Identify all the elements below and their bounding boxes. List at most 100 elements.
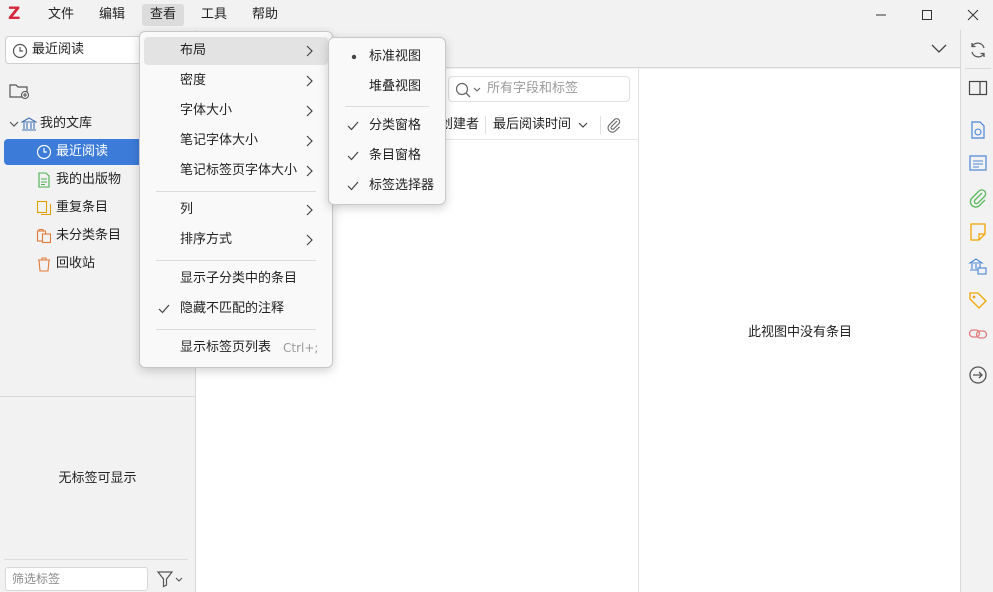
menu-item-layout[interactable]: 布局 [144, 37, 328, 65]
menu-item-label: 显示子分类中的条目 [180, 271, 298, 286]
toggle-pane-icon[interactable] [968, 78, 988, 98]
menu-item-label: 布局 [180, 43, 207, 58]
menu-file[interactable]: 文件 [40, 4, 82, 26]
maximize-icon [922, 10, 932, 20]
divider [965, 68, 991, 69]
filter-icon [156, 571, 183, 588]
libraries-collections-icon[interactable] [968, 256, 988, 276]
menu-item-columns[interactable]: 列 [144, 196, 328, 224]
chevron-down-icon[interactable] [6, 116, 22, 132]
menu-item-sort-by[interactable]: 排序方式 [144, 226, 328, 254]
menu-item-shortcut: Ctrl+; [283, 341, 319, 355]
chevron-right-icon [306, 204, 313, 216]
library-selector-label: 最近阅读 [32, 42, 85, 57]
menu-item-label: 笔记标签页字体大小 [180, 163, 298, 178]
notes-icon[interactable] [968, 222, 988, 242]
tree-item-label: 我的出版物 [56, 172, 122, 187]
menu-item-show-subcollection-items[interactable]: 显示子分类中的条目 [144, 265, 328, 293]
zotero-logo: Z [8, 4, 21, 24]
chevron-right-icon [306, 45, 313, 57]
menu-separator [156, 260, 316, 261]
clock-icon [12, 43, 28, 59]
chevron-right-icon [306, 135, 313, 147]
menu-item-note-tab-font-size[interactable]: 笔记标签页字体大小 [144, 157, 328, 185]
item-pane-sidenav [960, 30, 993, 592]
menu-item-tag-selector[interactable]: 标签选择器 [333, 172, 441, 200]
menu-item-label: 显示标签页列表 [180, 340, 272, 355]
menu-item-label: 堆叠视图 [369, 79, 422, 94]
menu-item-label: 排序方式 [180, 232, 233, 247]
menu-edit[interactable]: 编辑 [91, 4, 133, 26]
related-icon[interactable] [968, 324, 988, 344]
layout-submenu: 标准视图 堆叠视图 分类窗格 条目窗格 标签选择器 [328, 37, 446, 205]
locate-icon[interactable] [968, 365, 988, 385]
menu-item-label: 分类窗格 [369, 118, 422, 133]
radio-dot-icon [351, 54, 357, 60]
menu-item-standard-view[interactable]: 标准视图 [333, 43, 441, 71]
checkmark-icon [347, 181, 359, 191]
menu-item-hide-unmatched-annotations[interactable]: 隐藏不匹配的注释 [144, 295, 328, 323]
document-icon [38, 172, 50, 188]
menu-separator [156, 191, 316, 192]
menu-tools[interactable]: 工具 [193, 4, 235, 26]
menu-item-label: 列 [180, 202, 194, 217]
maximize-button[interactable] [904, 0, 950, 30]
library-selector[interactable]: 最近阅读 [5, 36, 155, 64]
menu-view[interactable]: 查看 [142, 4, 185, 26]
tags-icon[interactable] [968, 290, 988, 310]
menu-item-label: 字体大小 [180, 103, 233, 118]
tree-item-label: 我的文库 [40, 116, 93, 131]
empty-view-message: 此视图中没有条目 [747, 325, 852, 340]
item-pane: 此视图中没有条目 [638, 69, 960, 592]
tag-filter-input[interactable]: 筛选标签 [5, 567, 148, 591]
menu-item-density[interactable]: 密度 [144, 67, 328, 95]
trash-icon [38, 257, 50, 272]
info-icon[interactable] [968, 120, 988, 140]
clock-icon [36, 144, 52, 160]
minimize-icon [876, 14, 886, 16]
tree-item-label: 回收站 [56, 256, 96, 271]
menu-help[interactable]: 帮助 [244, 4, 286, 26]
new-collection-button[interactable] [8, 80, 30, 100]
menu-separator [156, 329, 316, 330]
menu-item-label: 笔记字体大小 [180, 133, 259, 148]
library-icon [21, 117, 37, 131]
attachment-icon[interactable] [606, 117, 622, 133]
sort-chevron-icon [578, 122, 588, 128]
menu-item-label: 标准视图 [369, 49, 422, 64]
chevron-right-icon [306, 234, 313, 246]
menu-item-show-tab-list[interactable]: 显示标签页列表 Ctrl+; [144, 334, 328, 362]
menu-item-label: 条目窗格 [369, 148, 422, 163]
duplicate-icon [36, 200, 52, 216]
column-divider[interactable] [600, 116, 601, 134]
menu-item-collections-pane[interactable]: 分类窗格 [333, 112, 441, 140]
menu-item-font-size[interactable]: 字体大小 [144, 97, 328, 125]
sync-icon[interactable] [968, 40, 988, 60]
checkmark-icon [347, 121, 359, 131]
menu-item-note-font-size[interactable]: 笔记字体大小 [144, 127, 328, 155]
chevron-right-icon [306, 75, 313, 87]
menu-item-item-pane[interactable]: 条目窗格 [333, 142, 441, 170]
menu-item-label: 标签选择器 [369, 178, 435, 193]
menu-item-label: 密度 [180, 73, 207, 88]
close-button[interactable] [950, 0, 993, 30]
abstract-icon[interactable] [968, 153, 988, 173]
column-divider[interactable] [485, 116, 486, 134]
divider [4, 559, 188, 560]
minimize-button[interactable] [858, 0, 904, 30]
attachments-icon[interactable] [968, 188, 988, 208]
unfiled-icon [36, 228, 52, 244]
menu-item-stacked-view[interactable]: 堆叠视图 [333, 73, 441, 101]
column-last-read[interactable]: 最后阅读时间 [493, 110, 571, 140]
tree-item-label: 重复条目 [56, 200, 109, 215]
chevron-right-icon [306, 105, 313, 117]
tag-selector-actions-button[interactable] [156, 569, 188, 589]
checkmark-icon [347, 151, 359, 161]
menu-item-label: 隐藏不匹配的注释 [180, 301, 285, 316]
search-placeholder: 所有字段和标签 [487, 81, 579, 96]
search-icon[interactable] [455, 82, 483, 98]
tag-selector: 无标签可显示 筛选标签 [0, 396, 195, 592]
search-input[interactable]: 所有字段和标签 [448, 76, 630, 102]
close-icon [967, 9, 979, 21]
item-pane-header [638, 30, 960, 69]
